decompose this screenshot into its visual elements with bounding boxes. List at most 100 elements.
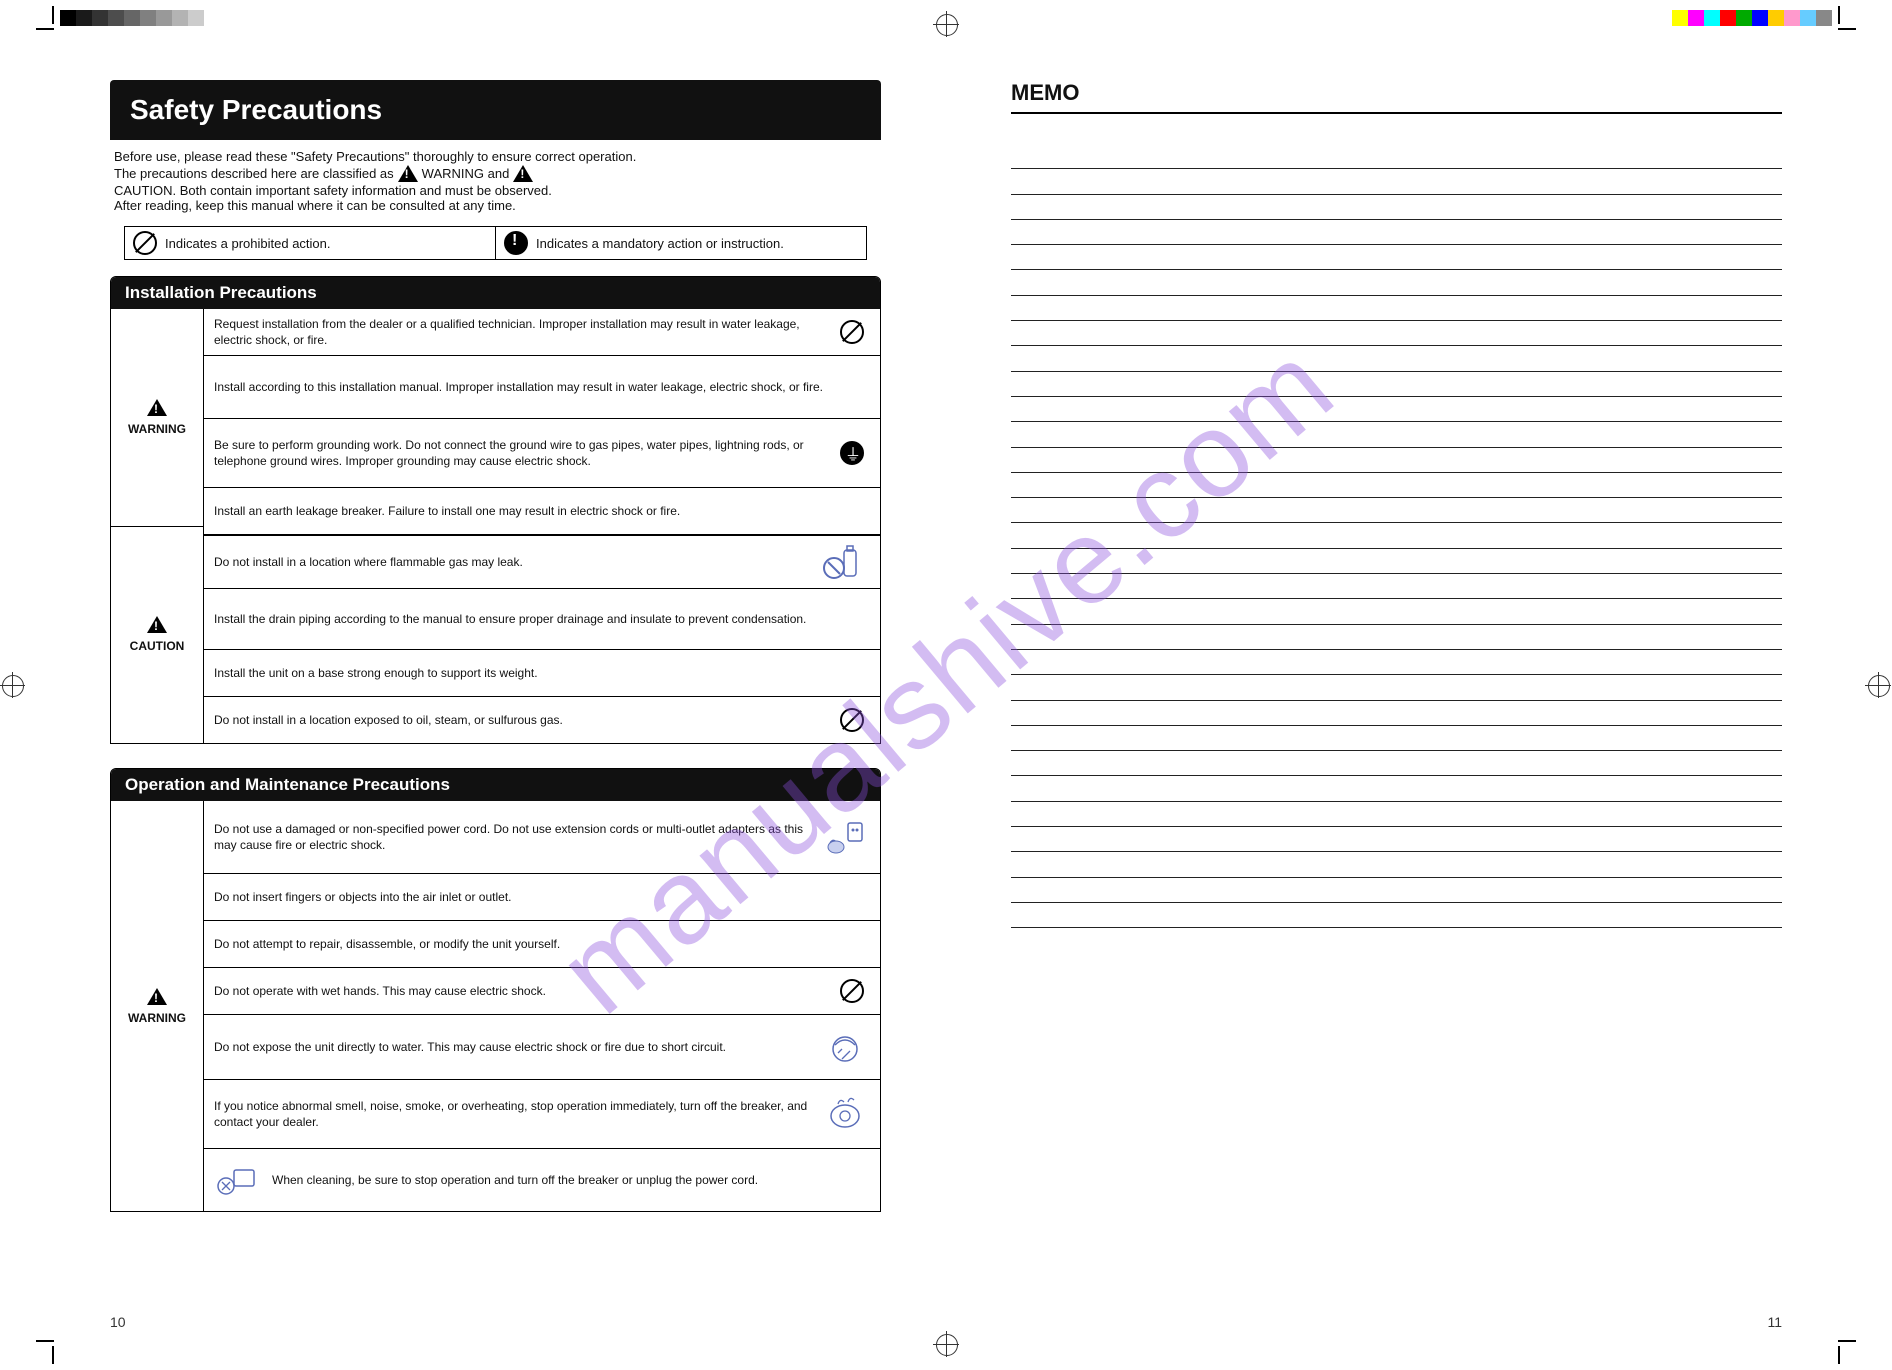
install-row-4: Do not install in a location where flamm… — [204, 535, 880, 589]
intro-part-0: Before use, please read these "Safety Pr… — [114, 150, 636, 163]
legend-prohibited: Indicates a prohibited action. — [125, 227, 496, 259]
memo-line — [1011, 701, 1782, 726]
crop-mark-bottom-left — [30, 1340, 54, 1364]
op-row-3-text: Do not operate with wet hands. This may … — [214, 983, 824, 999]
memo-line — [1011, 650, 1782, 675]
page-spread: Safety Precautions Before use, please re… — [100, 70, 1792, 1300]
install-row-7-text: Do not install in a location exposed to … — [214, 712, 824, 728]
warning-icon — [147, 988, 167, 1005]
grayscale-colorbar — [60, 10, 220, 26]
memo-line — [1011, 346, 1782, 371]
memo-line — [1011, 422, 1782, 447]
operation-heading: Operation and Maintenance Precautions — [111, 769, 880, 801]
memo-line — [1011, 574, 1782, 599]
mandatory-icon — [504, 231, 528, 255]
colorbar-swatch — [60, 10, 76, 26]
install-row-5-text: Install the drain piping according to th… — [214, 611, 870, 627]
install-row-0-text: Request installation from the dealer or … — [214, 316, 824, 348]
prohibited-icon — [834, 708, 870, 732]
memo-line — [1011, 827, 1782, 852]
colorbar-swatch — [1736, 10, 1752, 26]
install-row-4-text: Do not install in a location where flamm… — [214, 554, 810, 570]
right-page-number: 11 — [1767, 1314, 1782, 1330]
caution-text: CAUTION — [130, 639, 185, 653]
op-row-6-text: When cleaning, be sure to stop operation… — [272, 1172, 870, 1188]
op-row-4-text: Do not expose the unit directly to water… — [214, 1039, 810, 1055]
operation-section: Operation and Maintenance Precautions WA… — [110, 768, 881, 1212]
installation-label-col: WARNING CAUTION — [111, 309, 204, 743]
op-row-5-text: If you notice abnormal smell, noise, smo… — [214, 1098, 810, 1130]
memo-line — [1011, 675, 1782, 700]
plug-icon — [820, 817, 870, 857]
operation-rows: Do not use a damaged or non-specified po… — [204, 801, 880, 1211]
memo-line — [1011, 498, 1782, 523]
smoke-alarm-icon — [820, 1094, 870, 1134]
legend-mandatory-text: Indicates a mandatory action or instruct… — [536, 236, 784, 251]
memo-line — [1011, 448, 1782, 473]
colorbar-swatch — [172, 10, 188, 26]
cleaning-icon — [212, 1160, 262, 1200]
left-page: Safety Precautions Before use, please re… — [100, 70, 911, 1300]
memo-line — [1011, 245, 1782, 270]
install-row-5: Install the drain piping according to th… — [204, 589, 880, 650]
prohibited-icon — [834, 320, 870, 344]
operation-body: WARNING Do not use a damaged or non-spec… — [111, 801, 880, 1211]
gas-cylinder-icon — [820, 542, 870, 582]
prohibited-icon — [133, 231, 157, 255]
colorbar-swatch — [140, 10, 156, 26]
op-row-3: Do not operate with wet hands. This may … — [204, 968, 880, 1015]
op-row-1-text: Do not insert fingers or objects into th… — [214, 889, 870, 905]
install-row-2: Be sure to perform grounding work. Do no… — [204, 419, 880, 488]
colorbar-swatch — [1768, 10, 1784, 26]
colorbar-swatch — [108, 10, 124, 26]
install-row-3: Install an earth leakage breaker. Failur… — [204, 488, 880, 535]
memo-line — [1011, 802, 1782, 827]
left-page-number: 10 — [110, 1314, 126, 1330]
memo-line — [1011, 473, 1782, 498]
memo-line — [1011, 321, 1782, 346]
ground-icon — [834, 441, 870, 465]
colorbar-swatch — [1672, 10, 1688, 26]
registration-mark-left — [2, 675, 24, 697]
op-row-5: If you notice abnormal smell, noise, smo… — [204, 1080, 880, 1149]
memo-line — [1011, 144, 1782, 169]
installation-heading: Installation Precautions — [111, 277, 880, 309]
warning-text: WARNING — [128, 422, 186, 436]
memo-line — [1011, 599, 1782, 624]
colorbar-swatch — [1720, 10, 1736, 26]
install-row-1-text: Install according to this installation m… — [214, 379, 870, 395]
op-row-6: When cleaning, be sure to stop operation… — [204, 1149, 880, 1211]
install-row-6: Install the unit on a base strong enough… — [204, 650, 880, 697]
warning-icon — [398, 165, 418, 182]
crop-mark-bottom-right — [1838, 1340, 1862, 1364]
installation-section: Installation Precautions WARNING CAUTION — [110, 276, 881, 744]
memo-title: MEMO — [1011, 80, 1782, 114]
memo-line — [1011, 776, 1782, 801]
memo-line — [1011, 296, 1782, 321]
colorbar-swatch — [1688, 10, 1704, 26]
installation-body: WARNING CAUTION Request installation fro… — [111, 309, 880, 743]
memo-lines — [1011, 144, 1782, 928]
memo-line — [1011, 195, 1782, 220]
install-row-3-text: Install an earth leakage breaker. Failur… — [214, 503, 870, 519]
intro-part-2: WARNING and — [422, 167, 510, 180]
memo-line — [1011, 852, 1782, 877]
install-row-6-text: Install the unit on a base strong enough… — [214, 665, 870, 681]
warning-text: WARNING — [128, 1011, 186, 1025]
colorbar-swatch — [124, 10, 140, 26]
op-row-2: Do not attempt to repair, disassemble, o… — [204, 921, 880, 968]
memo-line — [1011, 169, 1782, 194]
prohibited-icon — [834, 979, 870, 1003]
colorbar-swatch — [76, 10, 92, 26]
colorbar-swatch — [188, 10, 204, 26]
colorbar-swatch — [1784, 10, 1800, 26]
memo-line — [1011, 372, 1782, 397]
memo-line — [1011, 397, 1782, 422]
water-splash-icon — [820, 1027, 870, 1067]
colorbar-swatch — [92, 10, 108, 26]
op-row-4: Do not expose the unit directly to water… — [204, 1015, 880, 1080]
colorbar-swatch — [1752, 10, 1768, 26]
op-row-0-text: Do not use a damaged or non-specified po… — [214, 821, 810, 853]
operation-warning-label: WARNING — [111, 801, 203, 1211]
operation-label-col: WARNING — [111, 801, 204, 1211]
